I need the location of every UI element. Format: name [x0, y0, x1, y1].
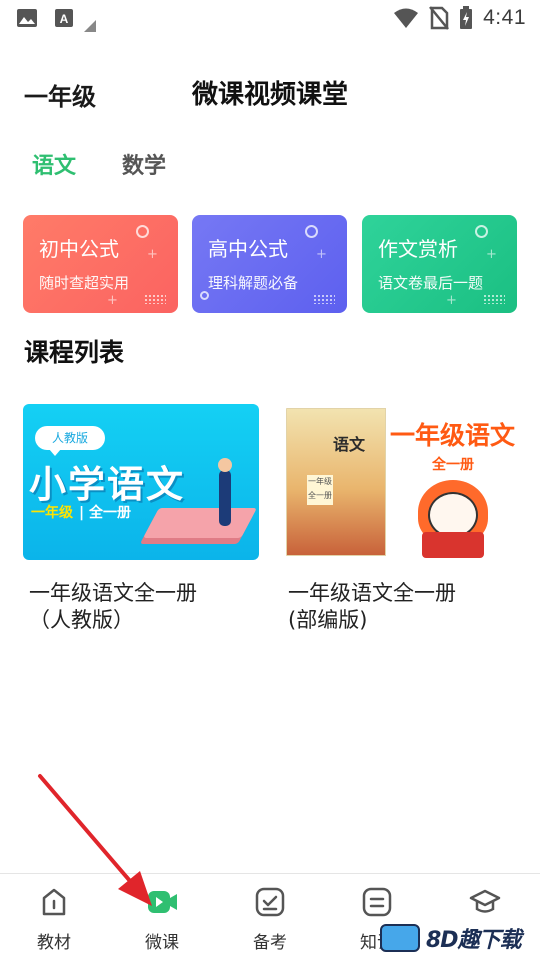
plus-decoration: +: [446, 293, 457, 308]
card-subtitle: 随时查超实用: [39, 274, 130, 292]
ring-decoration: [305, 225, 318, 238]
watermark-text: 8D趣下载: [426, 928, 522, 953]
clock-time: 4:41: [483, 6, 526, 29]
course-item[interactable]: 语文 一年级 全一册 一年级语文 全一册 一年级语文全一册 (部编版): [286, 404, 522, 634]
ring-decoration: [475, 225, 488, 238]
course-item[interactable]: 人教版 小学语文 一年级 | 全一册 一年级语文全一册 （人教版）: [23, 404, 259, 634]
reader-head-illustration: [218, 458, 232, 472]
cover-subtitle: 全一册: [432, 457, 474, 473]
svg-text:A: A: [60, 12, 69, 26]
textbook-icon: [42, 888, 66, 916]
card-title: 高中公式: [208, 237, 288, 261]
card-title: 初中公式: [39, 237, 119, 261]
watermark-logo: 8D趣下载: [380, 922, 522, 954]
card-subtitle: 理科解题必备: [208, 274, 299, 292]
dots-decoration: [144, 294, 166, 304]
cover-subtitle: 一年级 | 全一册: [31, 505, 131, 521]
card-high-school-formulas[interactable]: + 高中公式 理科解题必备: [192, 215, 347, 313]
nav-label: 微课: [145, 933, 179, 953]
card-essay-appreciation[interactable]: + + 作文赏析 语文卷最后一题: [362, 215, 517, 313]
checklist-icon: [255, 887, 285, 917]
reader-illustration: [219, 470, 231, 526]
dropdown-caret-icon[interactable]: [84, 20, 96, 32]
course-cover-image: 人教版 小学语文 一年级 | 全一册: [23, 404, 259, 560]
ring-decoration: [136, 225, 149, 238]
cover-title: 小学语文: [29, 463, 185, 506]
nav-item-microlesson[interactable]: 微课: [122, 886, 202, 953]
course-title: 一年级语文全一册 （人教版）: [29, 581, 197, 632]
card-title: 作文赏析: [378, 237, 458, 261]
document-icon: [362, 887, 392, 917]
card-subtitle: 语文卷最后一题: [378, 274, 484, 292]
nav-label: 备考: [253, 933, 287, 953]
plus-decoration: +: [147, 247, 158, 262]
edition-badge: 人教版: [35, 426, 105, 456]
page-title: 微课视频课堂: [191, 80, 348, 110]
graduation-cap-icon: [469, 889, 501, 913]
no-sim-icon: [429, 6, 450, 30]
status-bar: A 4:41: [0, 0, 540, 38]
cover-title: 一年级语文: [390, 421, 516, 450]
video-camera-icon: [148, 891, 177, 913]
textbook-cover-illustration: 语文 一年级 全一册: [286, 408, 386, 556]
nav-item-exam-prep[interactable]: 备考: [230, 886, 310, 953]
plus-decoration: +: [107, 293, 118, 308]
book-illustration: [143, 508, 257, 538]
course-title: 一年级语文全一册 (部编版): [288, 581, 456, 632]
nav-item-textbook[interactable]: 教材: [14, 886, 94, 953]
tab-math[interactable]: 数学: [122, 148, 166, 180]
wifi-icon: [394, 8, 419, 28]
course-cover-image: 语文 一年级 全一册 一年级语文 全一册: [286, 404, 522, 560]
card-middle-school-formulas[interactable]: + + 初中公式 随时查超实用: [23, 215, 178, 313]
battery-charging-icon: [460, 6, 473, 29]
dots-decoration: [483, 294, 505, 304]
girl-book-illustration: [422, 532, 484, 558]
plus-decoration: +: [316, 247, 327, 262]
nav-label: 教材: [37, 933, 71, 953]
section-title: 课程列表: [24, 338, 125, 367]
tab-chinese[interactable]: 语文: [32, 148, 76, 180]
plus-decoration: +: [486, 247, 497, 262]
dots-decoration: [313, 294, 335, 304]
font-app-icon: A: [55, 9, 73, 27]
watermark-icon: [380, 924, 420, 952]
gallery-icon: [17, 9, 37, 27]
